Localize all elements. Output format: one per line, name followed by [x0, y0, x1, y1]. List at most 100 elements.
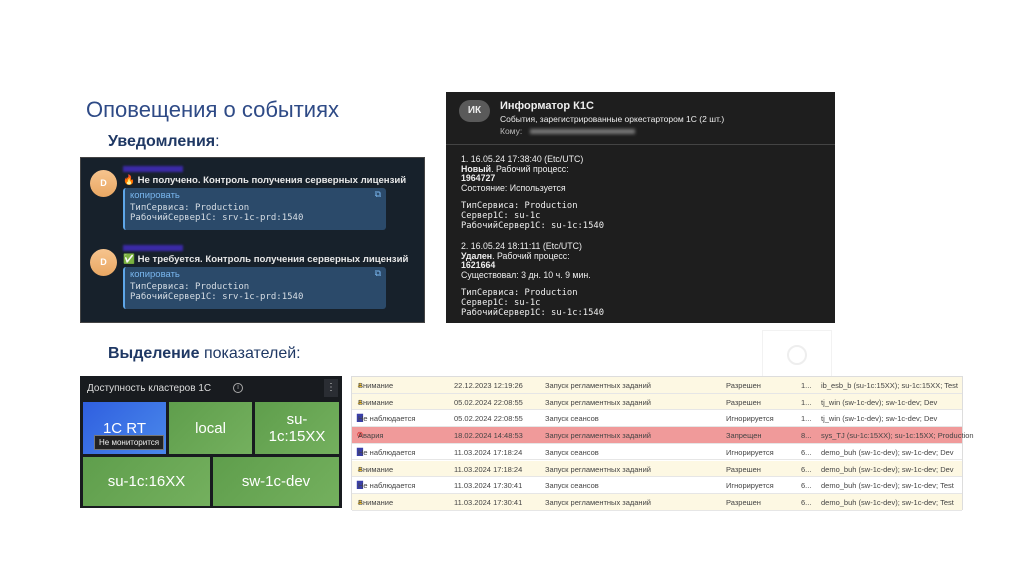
highlight-label-rest: показателей: — [199, 345, 301, 362]
cluster-tile[interactable]: local — [169, 402, 252, 454]
message-text: ✅ Не требуется. Контроль получения серве… — [123, 254, 408, 265]
event-block: 1. 16.05.24 17:38:40 (Etc/UTC) Новый. Ра… — [461, 154, 604, 231]
telegram-chat: D 🔥 Не получено. Контроль получения серв… — [80, 157, 425, 323]
copy-icon[interactable]: ⧉ — [375, 269, 381, 279]
recipient: Кому: — [500, 126, 636, 136]
status: Новый — [461, 163, 492, 174]
copy-button[interactable]: копировать — [130, 269, 381, 280]
cell-desc: demo_buh (sw-1c-dev); sw-1c-dev; Dev — [821, 447, 954, 457]
cell-event: Запуск регламентных заданий — [545, 464, 651, 474]
cell-event: Запуск сеансов — [545, 414, 599, 424]
tooltip: Не мониторится — [94, 435, 165, 450]
cell-desc: sys_TJ (su-1c:15XX); su-1c:15XX; Product… — [821, 431, 974, 441]
circle-icon — [787, 345, 807, 365]
table-row[interactable]: ⊗ Авария 18.02.2024 14:48:53 Запуск регламе… — [352, 427, 974, 444]
cell-state: Игнорируется — [726, 481, 774, 491]
cell-date: 11.03.2024 17:30:41 — [454, 497, 523, 507]
table-row[interactable]: ▇ Не наблюдается 05.02.2024 22:08:55 Запуск… — [352, 410, 962, 428]
table-row[interactable]: ▲ Внимание 22.12.2023 12:19:26 Запуск регла… — [352, 377, 962, 394]
cell-num: 1... — [801, 397, 812, 407]
cell-state: Разрешен — [726, 497, 761, 507]
cluster-tile[interactable]: su-1c:16XX — [83, 457, 210, 506]
event-details: ТипСервиса: Production Сервер1С: su-1c Раб… — [461, 202, 604, 231]
cell-status: Внимание — [358, 397, 394, 407]
cell-num: 6... — [801, 497, 812, 507]
cell-status: Не наблюдается — [358, 414, 416, 424]
page-title: Оповещения о событиях — [86, 97, 340, 122]
code-line: РабочийСервер1С: srv-1c-prd:1540 — [130, 292, 304, 302]
cluster-tile[interactable]: su-1c:15XX — [255, 402, 339, 454]
cell-num: 6... — [801, 481, 812, 491]
cell-state: Разрешен — [726, 464, 761, 474]
table-row[interactable]: ▇ Не наблюдается 11.03.2024 17:18:24 Запуск… — [352, 443, 962, 461]
cell-desc: demo_buh (sw-1c-dev); sw-1c-dev; Dev — [821, 464, 954, 474]
cell-state: Игнорируется — [726, 447, 774, 457]
cell-event: Запуск сеансов — [545, 481, 599, 491]
avatar: D — [90, 170, 117, 197]
fire-icon: 🔥 — [123, 175, 135, 186]
status: Удален — [461, 250, 493, 261]
events-table: ▲ Внимание 22.12.2023 12:19:26 Запуск регла… — [351, 376, 974, 511]
copy-icon[interactable]: ⧉ — [375, 190, 381, 200]
cell-status: Не наблюдается — [358, 447, 416, 457]
notifications-label: Уведомления — [108, 133, 216, 150]
cell-num: 1... — [801, 381, 812, 390]
cell-num: 8... — [801, 431, 812, 441]
table-row[interactable]: ▇ Не наблюдается 11.03.2024 17:30:41 Запуск… — [352, 477, 962, 494]
cell-status: Не наблюдается — [358, 481, 416, 491]
cell-state: Игнорируется — [726, 414, 774, 424]
notifications-heading: Уведомления: — [108, 133, 220, 151]
cell-state: Разрешен — [726, 397, 761, 407]
cell-num: 6... — [801, 447, 812, 457]
copy-button[interactable]: копировать — [130, 190, 381, 201]
cell-date: 05.02.2024 22:08:55 — [454, 414, 523, 424]
cell-desc: demo_buh (sw-1c-dev); sw-1c-dev; Test — [821, 481, 954, 491]
cluster-tile[interactable]: sw-1c-dev — [213, 457, 339, 506]
table-row[interactable]: ▲ Внимание 05.02.2024 22:08:55 Запуск регла… — [352, 393, 962, 411]
status-rest: . Рабочий процесс: — [491, 163, 569, 174]
table-row[interactable]: ▲ Внимание 11.03.2024 17:18:24 Запуск регла… — [352, 460, 962, 478]
sender-name-redacted — [123, 166, 183, 172]
cell-date: 11.03.2024 17:18:24 — [454, 447, 523, 457]
cell-event: Запуск регламентных заданий — [545, 497, 651, 507]
event-details: ТипСервиса: Production Сервер1С: su-1c Раб… — [461, 289, 604, 318]
event-extra: Существовал: 3 дн. 10 ч. 9 мин. — [461, 269, 591, 280]
check-icon: ✅ — [123, 254, 135, 265]
cell-status: Внимание — [358, 464, 394, 474]
table-row[interactable]: ▲ Внимание 11.03.2024 17:30:41 Запуск регла… — [352, 493, 962, 511]
cell-event: Запуск регламентных заданий — [545, 381, 651, 390]
cell-desc: tj_win (sw-1c-dev); sw-1c-dev; Dev — [821, 414, 938, 424]
email-subject: События, зарегистрированные оркестарторо… — [500, 114, 725, 124]
recipient-redacted — [530, 129, 636, 134]
more-menu-icon[interactable]: ⋮ — [324, 379, 338, 397]
avatar: D — [90, 249, 117, 276]
email-message: ИК Информатор К1С События, зарегистриров… — [446, 92, 835, 323]
cell-desc: demo_buh (sw-1c-dev); sw-1c-dev; Test — [821, 497, 954, 507]
message-body: Не требуется. Контроль получения серверн… — [137, 254, 409, 265]
to-label: Кому: — [500, 126, 523, 136]
divider — [446, 144, 835, 145]
cell-num: 6... — [801, 464, 812, 474]
cell-date: 11.03.2024 17:18:24 — [454, 464, 523, 474]
cell-event: Запуск регламентных заданий — [545, 397, 651, 407]
panel-title: Доступность кластеров 1С — [87, 383, 212, 394]
cell-date: 22.12.2023 12:19:26 — [454, 381, 523, 390]
worker-server: РабочийСервер1С: su-1c:1540 — [461, 307, 604, 318]
code-line: ТипСервиса: Production — [130, 282, 250, 292]
cell-desc: ib_esb_b (su-1c:15XX); su-1c:15XX; Test — [821, 381, 959, 390]
sender-name: Информатор К1С — [500, 100, 594, 112]
decorative-frame — [762, 330, 832, 378]
cell-date: 05.02.2024 22:08:55 — [454, 397, 523, 407]
worker-server: РабочийСервер1С: su-1c:1540 — [461, 220, 604, 231]
cell-date: 18.02.2024 14:48:53 — [454, 431, 523, 441]
message-text: 🔥 Не получено. Контроль получения сервер… — [123, 175, 406, 186]
cell-status: Авария — [358, 431, 384, 441]
cell-status: Внимание — [358, 381, 394, 390]
code-line: ТипСервиса: Production — [130, 203, 250, 213]
cell-event: Запуск регламентных заданий — [545, 431, 651, 441]
info-icon[interactable]: i — [233, 383, 243, 393]
cluster-availability-panel: Доступность кластеров 1С i ⋮ 1C RT local… — [80, 376, 342, 508]
code-block: копировать ⧉ ТипСервиса: Production Рабочий… — [123, 188, 386, 230]
event-extra: Состояние: Используется — [461, 182, 566, 193]
message-body: Не получено. Контроль получения серверны… — [137, 175, 407, 186]
